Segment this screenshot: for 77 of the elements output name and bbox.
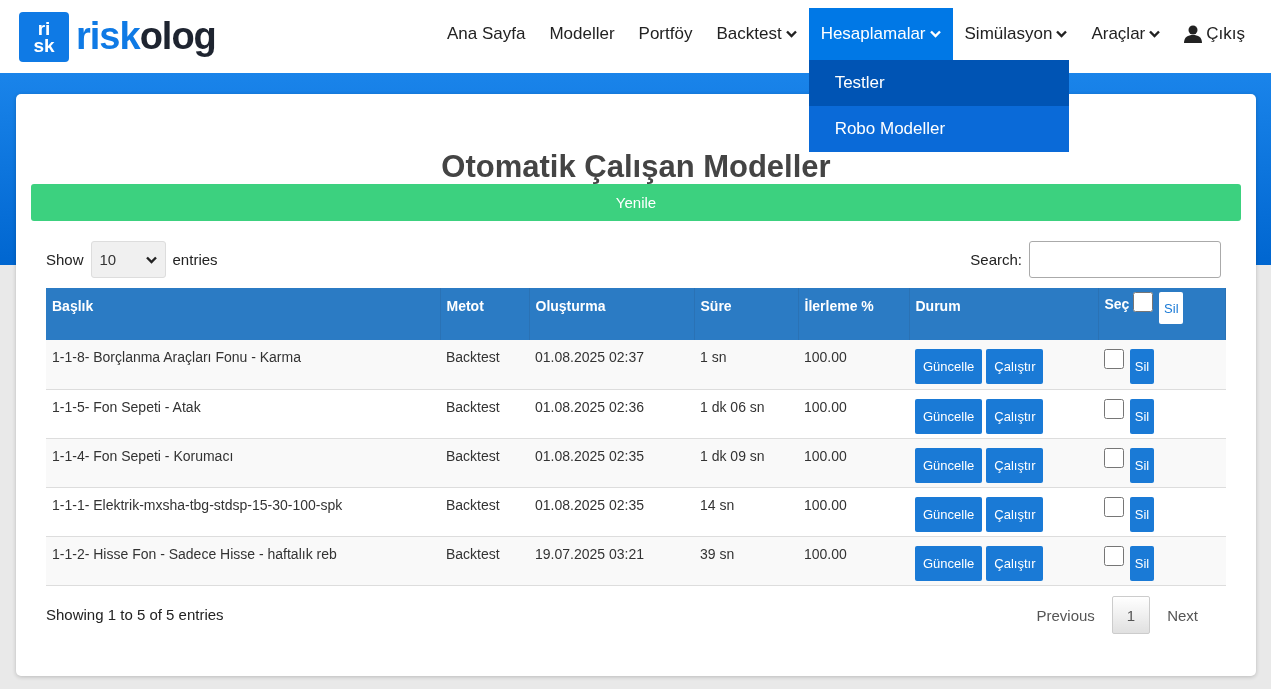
row-checkbox[interactable] [1104, 447, 1124, 468]
nav-link[interactable]: Ana Sayfa [434, 8, 538, 60]
table-cell: 14 sn [694, 487, 798, 536]
action-button[interactable]: Çalıştır [986, 349, 1044, 384]
table-cell: 1 sn [694, 340, 798, 389]
page-button[interactable]: 1 [1111, 595, 1151, 634]
table-cell: Backtest [440, 438, 529, 487]
logo-mark: ri sk [19, 11, 69, 62]
table-cell: 01.08.2025 02:37 [529, 340, 694, 389]
table-cell: 100.00 [798, 340, 909, 389]
table-cell: 1-1-2- Hisse Fon - Sadece Hisse - haftalık reb [46, 536, 440, 585]
table-cell: 100.00 [798, 389, 909, 438]
table-cell: 1-1-5- Fon Sepeti - Atak [46, 389, 440, 438]
entries-select[interactable]: 10 [90, 241, 166, 278]
column-header: Süre [694, 288, 798, 340]
delete-button[interactable]: Sil [1130, 398, 1154, 434]
entries-label: entries [172, 251, 218, 268]
delete-button[interactable]: Sil [1130, 545, 1154, 581]
user-icon [1184, 25, 1203, 43]
table-cell: 1 dk 06 sn [694, 389, 798, 438]
table-cell: 39 sn [694, 536, 798, 585]
nav-link[interactable]: Araçlar [1079, 8, 1173, 60]
search-field[interactable] [1029, 241, 1221, 278]
nav-link[interactable]: Çıkış [1172, 8, 1257, 60]
action-button[interactable]: Güncelle [915, 496, 983, 532]
action-button[interactable]: Güncelle [915, 545, 983, 581]
table-cell: 1 dk 09 sn [694, 438, 798, 487]
row-checkbox[interactable] [1104, 545, 1124, 566]
nav-link[interactable]: Simülasyon [952, 8, 1080, 60]
table-cell: 100.00 [798, 438, 909, 487]
delete-selected-button[interactable]: Sil [1159, 292, 1184, 324]
select-all-checkbox[interactable] [1133, 292, 1154, 312]
action-button[interactable]: Çalıştır [986, 545, 1044, 581]
table-cell: 100.00 [798, 487, 909, 536]
table-cell: Backtest [440, 487, 529, 536]
delete-button[interactable]: Sil [1130, 496, 1154, 532]
action-button[interactable]: Güncelle [915, 349, 983, 384]
table-cell: 01.08.2025 02:35 [529, 438, 694, 487]
menu-item[interactable]: Testler [808, 60, 1069, 106]
table-cell: 01.08.2025 02:36 [529, 389, 694, 438]
pagination-link[interactable]: Previous [1023, 595, 1108, 634]
chevron-down-icon [145, 255, 157, 264]
action-button[interactable]: Çalıştır [986, 496, 1044, 532]
row-checkbox[interactable] [1104, 398, 1124, 419]
pagination-link[interactable]: Next [1154, 595, 1211, 634]
table-cell: Backtest [440, 340, 529, 389]
nav-link[interactable]: Portföy [626, 8, 705, 60]
column-header: İlerleme % [798, 288, 909, 340]
page-title: Otomatik Çalışan Modeller [441, 151, 831, 183]
action-button[interactable]: Çalıştır [986, 398, 1044, 434]
nav-link[interactable]: Backtest [704, 8, 809, 60]
column-header: Başlık [46, 288, 440, 340]
column-header: Durum [909, 288, 1098, 340]
table-cell: 19.07.2025 03:21 [529, 536, 694, 585]
row-checkbox[interactable] [1104, 496, 1124, 517]
search-label: Search: [970, 251, 1022, 268]
column-header: Metot [440, 288, 529, 340]
show-label: Show [46, 251, 84, 268]
logo-wordmark: riskolog [76, 15, 216, 58]
nav-link[interactable]: Modeller [537, 8, 627, 60]
table-cell: 1-1-8- Borçlanma Araçları Fonu - Karma [46, 340, 440, 389]
action-button[interactable]: Çalıştır [986, 447, 1044, 483]
row-checkbox[interactable] [1104, 349, 1124, 369]
column-header: Oluşturma [529, 288, 694, 340]
table-cell: 1-1-1- Elektrik-mxsha-tbg-stdsp-15-30-100-spk [46, 487, 440, 536]
delete-button[interactable]: Sil [1130, 447, 1154, 483]
table-cell: Backtest [440, 536, 529, 585]
table-info: Showing 1 to 5 of 5 entries [46, 606, 224, 623]
nav-link[interactable]: Hesaplamalar [808, 8, 953, 60]
action-button[interactable]: Güncelle [915, 447, 983, 483]
column-header: Seç Sil [1098, 288, 1226, 340]
table-cell: 1-1-4- Fon Sepeti - Korumacı [46, 438, 440, 487]
action-button[interactable]: Güncelle [915, 398, 983, 434]
table-cell: Backtest [440, 389, 529, 438]
delete-button[interactable]: Sil [1130, 349, 1154, 384]
table-cell: 100.00 [798, 536, 909, 585]
table-cell: 01.08.2025 02:35 [529, 487, 694, 536]
